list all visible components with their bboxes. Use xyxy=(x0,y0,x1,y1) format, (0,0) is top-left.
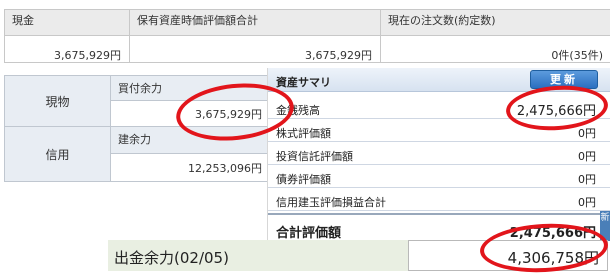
margin-capacity-value: 12,253,096円 xyxy=(110,153,270,182)
asset-row-value: 0円 xyxy=(578,150,596,163)
asset-row-cash-balance: 金銭残高 2,475,666円 xyxy=(268,96,610,119)
withdrawal-capacity-value: 4,306,758円 xyxy=(408,240,608,271)
asset-row-value: 0円 xyxy=(578,196,596,209)
asset-total-label: 合計評価額 xyxy=(276,226,342,241)
value-order-count: 0件(35件) xyxy=(380,35,610,63)
asset-row-label: 信用建玉評価損益合計 xyxy=(276,196,386,209)
asset-row-value: 0円 xyxy=(578,127,596,140)
asset-row-label: 株式評価額 xyxy=(276,127,331,140)
side-tab[interactable]: 新 xyxy=(600,211,610,241)
asset-row-label: 債券評価額 xyxy=(276,173,331,186)
buying-power-value: 3,675,929円 xyxy=(110,100,270,127)
buying-power-label: 買付余力 xyxy=(110,75,270,101)
asset-summary-header: 資産サマリ 更新 xyxy=(268,68,610,92)
refresh-button[interactable]: 更新 xyxy=(530,70,598,89)
margin-capacity-label: 建余力 xyxy=(110,126,270,154)
header-cash: 現金 xyxy=(4,9,130,36)
asset-row-value: 0円 xyxy=(578,173,596,186)
asset-row-stock-valuation: 株式評価額 0円 xyxy=(268,119,610,142)
asset-row-fund-valuation: 投資信託評価額 0円 xyxy=(268,142,610,165)
asset-row-label: 金銭残高 xyxy=(276,104,320,117)
withdrawal-capacity-label: 出金余力(02/05) xyxy=(108,240,408,271)
asset-row-value: 2,475,666円 xyxy=(516,104,596,119)
value-holdings-market-value: 3,675,929円 xyxy=(129,35,381,63)
asset-total-value: 2,475,666円 xyxy=(509,226,596,241)
row-label-margin-account: 信用 xyxy=(4,126,111,182)
asset-row-bond-valuation: 債券評価額 0円 xyxy=(268,165,610,188)
header-order-count: 現在の注文数(約定数) xyxy=(380,9,610,36)
asset-row-label: 投資信託評価額 xyxy=(276,150,353,163)
asset-summary-panel: 資産サマリ 更新 金銭残高 2,475,666円 株式評価額 0円 投資信託評価… xyxy=(268,68,610,244)
row-label-cash-account: 現物 xyxy=(4,75,111,127)
asset-row-margin-pnl: 信用建玉評価損益合計 0円 xyxy=(268,188,610,211)
value-cash: 3,675,929円 xyxy=(4,35,130,63)
header-holdings-market-value: 保有資産時価評価額合計 xyxy=(129,9,381,36)
asset-summary-title: 資産サマリ xyxy=(276,76,331,89)
